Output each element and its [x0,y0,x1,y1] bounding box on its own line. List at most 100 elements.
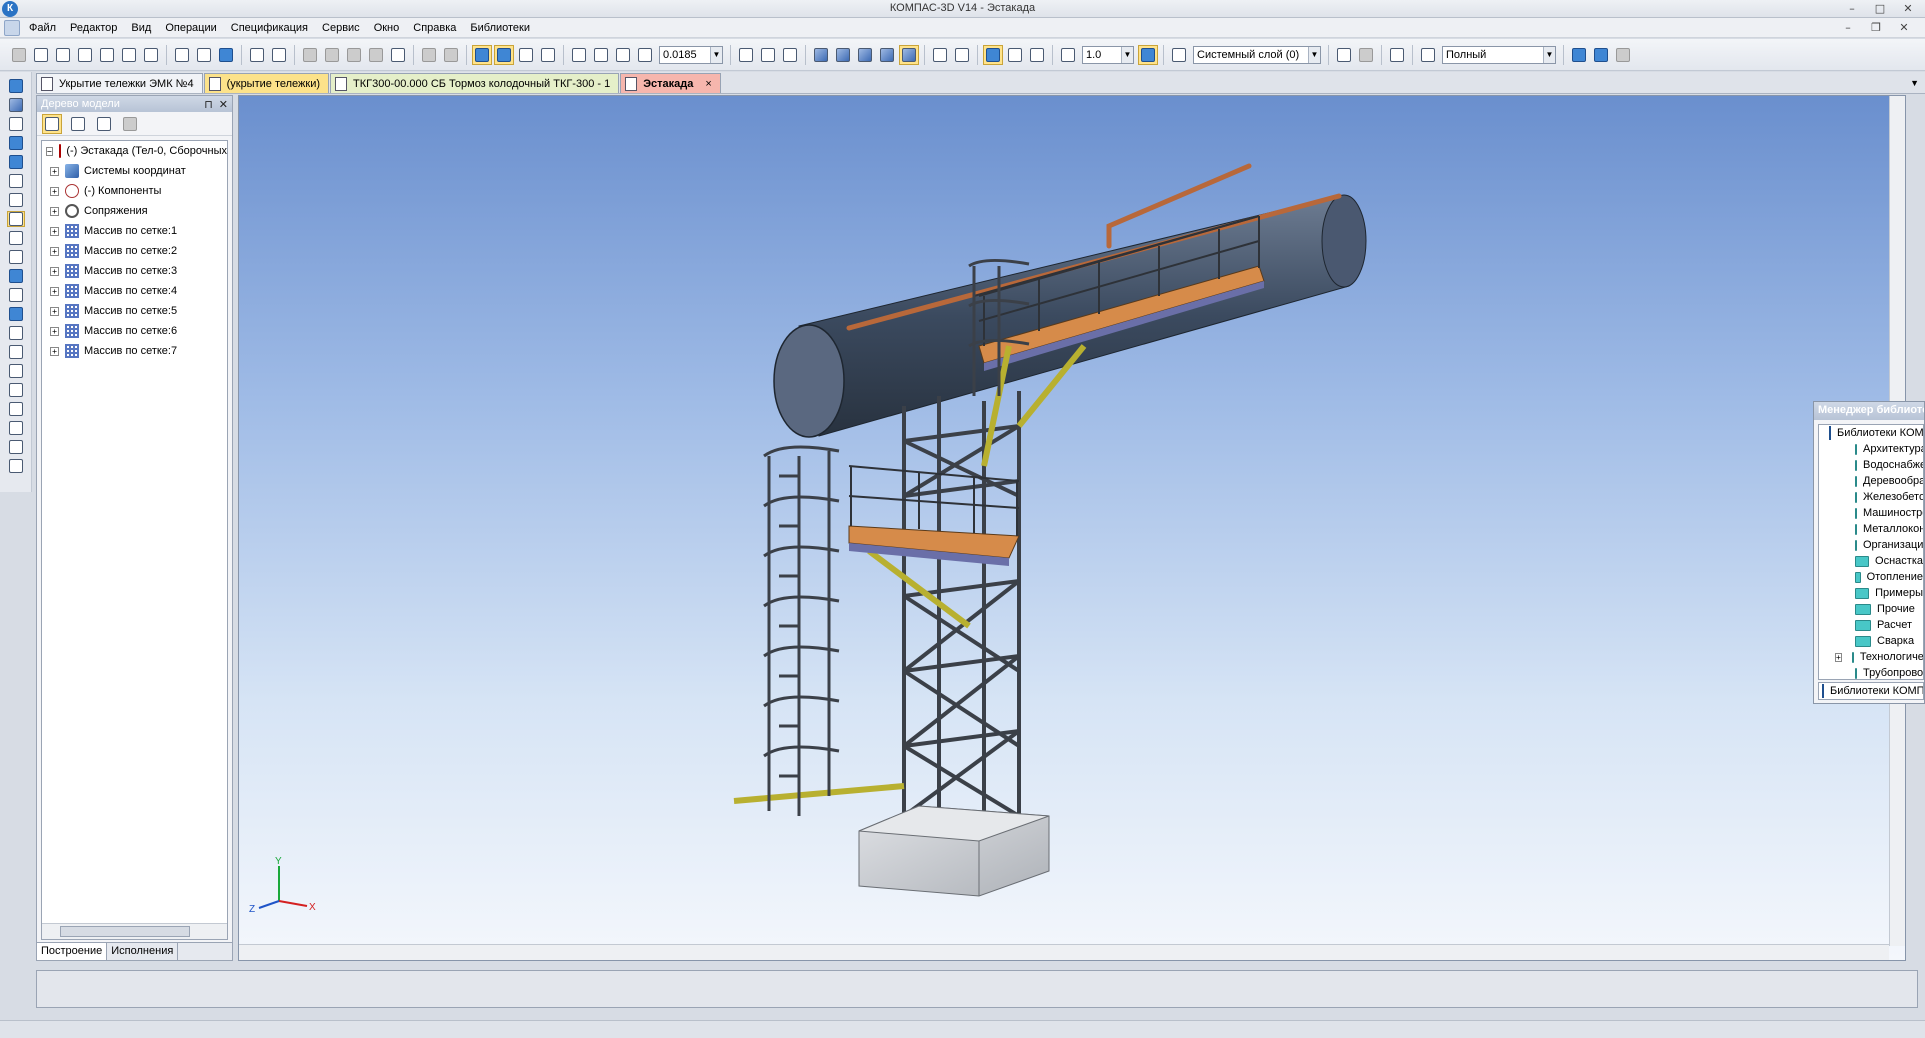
tab-build[interactable]: Построение [37,943,108,960]
menu-libraries[interactable]: Библиотеки [463,22,537,34]
chevron-down-icon[interactable]: ▼ [1121,46,1133,63]
report-icon[interactable] [7,325,25,341]
document-menu-icon[interactable] [4,19,20,36]
tree-structure-icon[interactable] [68,114,88,134]
pin-icon[interactable]: ⊓ [204,98,213,111]
measure-tool-icon[interactable] [7,268,25,284]
close-button[interactable]: ✕ [1897,1,1919,16]
expand-icon[interactable]: + [50,326,59,336]
rebuild-icon[interactable] [983,44,1003,65]
extra-icon[interactable] [1613,45,1633,65]
snap-icon[interactable] [952,45,972,65]
doc-restore-button[interactable]: ❐ [1865,20,1887,35]
expand-icon[interactable]: + [50,266,59,276]
tree-node-mates[interactable]: + Сопряжения [42,201,227,221]
parameters-icon[interactable] [1334,45,1354,65]
diagnostics-icon[interactable] [7,382,25,398]
menu-specification[interactable]: Спецификация [224,22,315,34]
redo-icon[interactable] [441,45,461,65]
elements-icon[interactable] [7,344,25,360]
library-folder[interactable]: Трубопроводы [1819,665,1923,679]
menu-operations[interactable]: Операции [158,22,223,34]
properties-bar[interactable] [36,970,1918,1008]
doc-close-button[interactable]: ✕ [1893,20,1915,35]
expand-icon[interactable]: + [50,166,59,176]
list-icon[interactable] [1418,45,1438,65]
step-combo[interactable]: 1.0 ▼ [1082,45,1134,64]
tree-node-grid-array-3[interactable]: + Массив по сетке:3 [42,261,227,281]
sheet-metal-icon[interactable] [7,363,25,379]
print-icon[interactable] [247,45,267,65]
view-mode-combo[interactable]: Полный ▼ [1442,45,1556,64]
library-folder[interactable]: +Технологическая подготовка [1819,649,1923,665]
library-folder[interactable]: Расчет [1819,617,1923,633]
tree-node-grid-array-5[interactable]: + Массив по сетке:5 [42,301,227,321]
pan-icon[interactable] [736,45,756,65]
check-icon[interactable] [1387,45,1407,65]
expand-icon[interactable]: + [50,246,59,256]
selection-icon[interactable] [7,458,25,474]
minimize-button[interactable]: – [1841,1,1863,16]
library-folder[interactable]: Машиностроение [1819,505,1923,521]
scrollbar-thumb[interactable] [60,926,190,937]
tree-order-icon[interactable] [42,113,62,134]
tree-node-grid-array-7[interactable]: + Массив по сетке:7 [42,341,227,361]
appearance-icon[interactable] [1569,45,1589,65]
tree-node-grid-array-1[interactable]: + Массив по сетке:1 [42,221,227,241]
menu-window[interactable]: Окно [367,22,407,34]
library-root[interactable]: Библиотеки КОМПАС [1819,425,1923,441]
properties-icon[interactable] [388,45,408,65]
copy-icon[interactable] [322,45,342,65]
tree-node-components[interactable]: + (-) Компоненты [42,181,227,201]
tree-node-grid-array-2[interactable]: + Массив по сетке:2 [42,241,227,261]
shaded-icon[interactable] [877,45,897,65]
tab-tkg300[interactable]: ТКГ300-00.000 СБ Тормоз колодочный ТКГ-3… [330,73,620,93]
sheet-icon[interactable] [75,45,95,65]
manager-icon[interactable] [494,44,514,65]
preview-icon[interactable] [269,45,289,65]
menu-file[interactable]: Файл [22,22,63,34]
tree-doc-icon[interactable] [94,114,114,134]
hidden-lines-icon[interactable] [833,45,853,65]
menu-editor[interactable]: Редактор [63,22,124,34]
menu-view[interactable]: Вид [124,22,158,34]
library-folder[interactable]: Деревообработка [1819,473,1923,489]
filter-tool-icon[interactable] [7,287,25,303]
expand-icon[interactable]: + [50,286,59,296]
model-viewport[interactable]: Y X Z [238,95,1906,961]
maximize-button[interactable]: □ [1869,1,1891,16]
paste-icon[interactable] [344,45,364,65]
fragment-icon[interactable] [119,45,139,65]
library-folder[interactable]: Металлоконструкции [1819,521,1923,537]
menu-help[interactable]: Справка [406,22,463,34]
grid-icon[interactable] [1058,45,1078,65]
expand-icon[interactable]: + [50,346,59,356]
settings-icon[interactable] [141,45,161,65]
mates-icon[interactable] [7,192,25,208]
shaded-edges-icon[interactable] [899,44,919,65]
format-painter-icon[interactable] [366,45,386,65]
chevron-down-icon[interactable]: ▼ [1543,46,1555,63]
close-icon[interactable]: × [705,78,711,90]
orientation-icon[interactable] [780,45,800,65]
close-icon[interactable]: ✕ [219,98,228,111]
document-icon[interactable] [53,45,73,65]
tree-horizontal-scrollbar[interactable] [42,923,227,939]
grab-handle-icon[interactable] [9,45,29,65]
rotate-icon[interactable] [758,45,778,65]
layers-icon[interactable] [1169,45,1189,65]
doc-minimize-button[interactable]: – [1837,20,1859,35]
move-component-icon[interactable] [7,135,25,151]
library-folder[interactable]: Отопление [1819,569,1923,585]
surfaces-icon[interactable] [7,230,25,246]
color-icon[interactable] [1591,45,1611,65]
library-folder[interactable]: Организация строительства [1819,537,1923,553]
open-folder-icon[interactable] [194,45,214,65]
library-folder[interactable]: Оснастка [1819,553,1923,569]
edit-part-icon[interactable] [7,78,25,94]
library-tab[interactable]: Библиотеки КОМПАС [1818,682,1924,700]
menu-service[interactable]: Сервис [315,22,367,34]
cut-icon[interactable] [300,45,320,65]
library-folder[interactable]: Архитектура и строительство [1819,441,1923,457]
expand-icon[interactable]: + [1835,652,1842,662]
